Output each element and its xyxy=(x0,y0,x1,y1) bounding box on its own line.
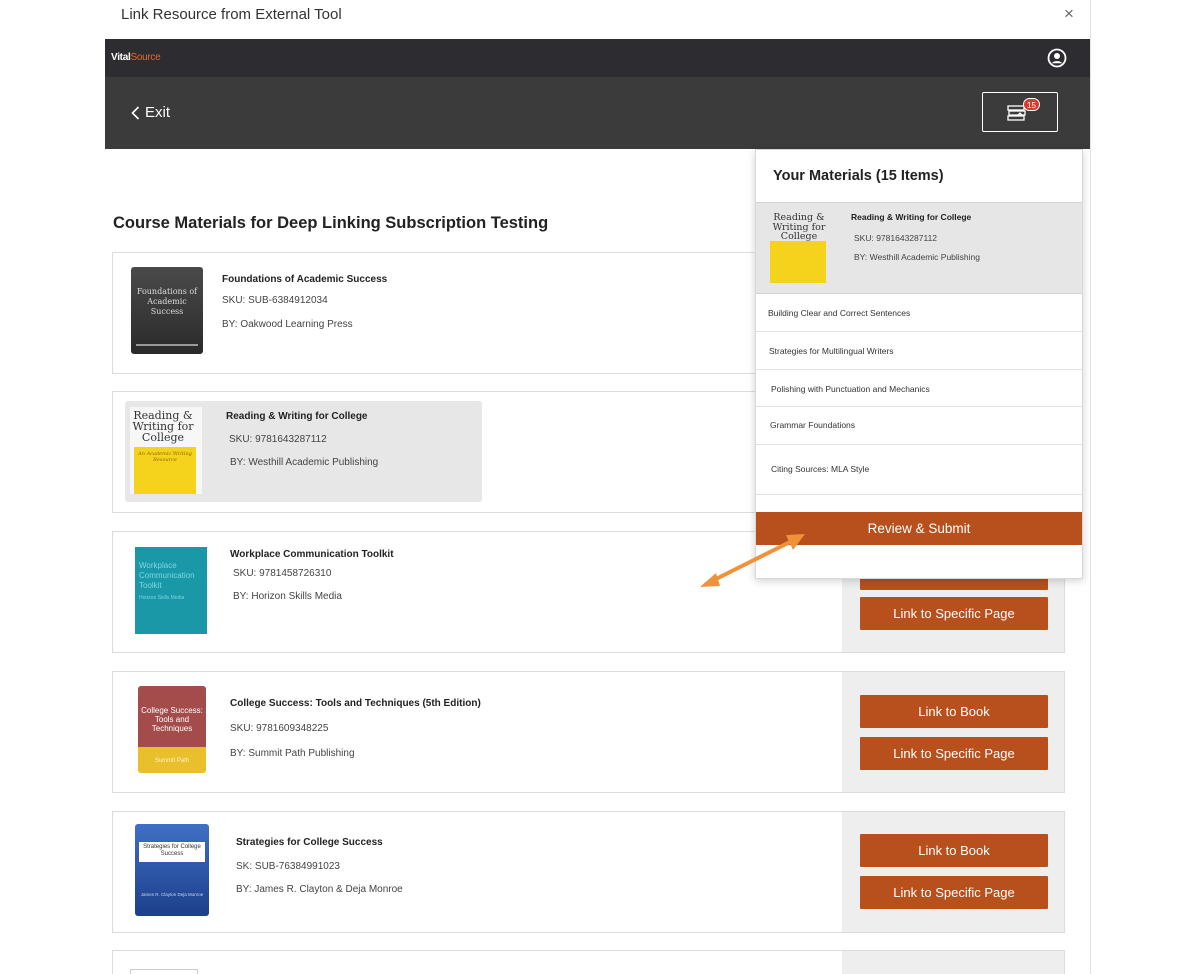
book-publisher: BY: Westhill Academic Publishing xyxy=(854,252,980,262)
panel-title: Your Materials (15 Items) xyxy=(773,168,944,184)
panel-list-item[interactable]: Grammar Foundations xyxy=(756,407,1082,445)
cover-title: Workplace Communication Toolkit xyxy=(139,561,195,590)
book-publisher: BY: Westhill Academic Publishing xyxy=(230,457,379,468)
user-account-icon[interactable] xyxy=(1047,48,1067,68)
close-icon[interactable]: × xyxy=(1064,4,1074,24)
book-sku: SKU: SUB-6384912034 xyxy=(222,295,328,306)
link-to-book-button[interactable]: Link to Book xyxy=(860,834,1048,867)
book-publisher: BY: Oakwood Learning Press xyxy=(222,319,353,330)
your-materials-panel: Your Materials (15 Items) Reading & Writ… xyxy=(755,149,1083,579)
book-title: Reading & Writing for College xyxy=(226,411,368,422)
modal-border xyxy=(1090,0,1091,974)
page-title: Course Materials for Deep Linking Subscr… xyxy=(113,214,549,232)
card-actions xyxy=(842,672,1064,792)
panel-list-item[interactable]: Strategies for Multilingual Writers xyxy=(756,332,1082,370)
cover-title: College Success: Tools and Techniques xyxy=(141,706,203,733)
exit-label: Exit xyxy=(145,104,171,121)
book-cover: Workplace Communication Toolkit Horizon … xyxy=(135,547,207,634)
link-to-page-button[interactable]: Link to Specific Page xyxy=(860,737,1048,770)
book-sku: SKU: 9781643287112 xyxy=(229,434,327,445)
cover-title: Foundations of Academic Success xyxy=(136,287,198,316)
book-title: Reading & Writing for College xyxy=(851,212,972,222)
cover-title: Reading & Writing for College xyxy=(132,409,194,444)
book-cover: College Success: Tools and Techniques Su… xyxy=(138,686,206,773)
book-sku: SK: SUB-76384991023 xyxy=(236,861,340,872)
cover-band xyxy=(770,241,826,283)
panel-list-item[interactable]: Polishing with Punctuation and Mechanics xyxy=(756,370,1082,407)
cover-subtitle: Horizon Skills Media xyxy=(139,595,185,601)
book-card: Strategies for College Success James R. … xyxy=(112,811,1065,933)
panel-item-label: Grammar Foundations xyxy=(770,420,856,430)
book-title: College Success: Tools and Techniques (5… xyxy=(230,698,481,709)
cover-subtitle: Summit Path xyxy=(154,758,190,764)
panel-list-item[interactable]: Citing Sources: MLA Style xyxy=(756,445,1082,495)
brand-logo: VitalSource xyxy=(111,52,161,63)
card-actions xyxy=(842,951,1064,974)
book-title: Workplace Communication Toolkit xyxy=(230,549,394,560)
cover-subtitle: James R. Clayton Deja Monroe xyxy=(140,892,204,897)
cover-title: Strategies for College Success xyxy=(143,844,201,857)
chevron-left-icon xyxy=(131,105,140,120)
book-sku: SKU: 9781458726310 xyxy=(233,568,332,579)
cover-subtitle: An Academic Writing Resource xyxy=(138,451,192,463)
card-actions xyxy=(842,812,1064,932)
book-card: College Success: Tools and Techniques Su… xyxy=(112,671,1065,793)
book-cover: Strategies for College Success James R. … xyxy=(135,824,209,916)
link-to-book-button[interactable]: Link to Book xyxy=(860,695,1048,728)
materials-cart-button[interactable]: 15 xyxy=(982,92,1058,132)
cover-title: Reading & Writing for College xyxy=(772,212,826,242)
cover-rule xyxy=(136,344,198,346)
book-title: Strategies for College Success xyxy=(236,837,383,848)
brand-logo-part-1: Vital xyxy=(111,52,131,63)
nav-bar: Exit 15 xyxy=(105,77,1090,149)
panel-item-label: Citing Sources: MLA Style xyxy=(771,464,870,474)
book-sku: SKU: 9781609348225 xyxy=(230,723,329,734)
cart-count-badge: 15 xyxy=(1023,98,1040,111)
panel-item-label: Building Clear and Correct Sentences xyxy=(768,308,911,318)
book-title: Foundations of Academic Success xyxy=(222,274,388,285)
panel-list-item[interactable]: Building Clear and Correct Sentences xyxy=(756,294,1082,332)
panel-selected-item[interactable]: Reading & Writing for College Reading & … xyxy=(756,202,1082,294)
book-publisher: BY: Summit Path Publishing xyxy=(230,748,355,759)
panel-item-label: Polishing with Punctuation and Mechanics xyxy=(771,384,930,394)
top-bar: VitalSource xyxy=(105,39,1090,77)
panel-item-label: Strategies for Multilingual Writers xyxy=(769,346,894,356)
book-cover: Reading & Writing for College An Academi… xyxy=(130,407,202,494)
book-publisher: BY: Horizon Skills Media xyxy=(233,591,342,602)
book-cover xyxy=(130,969,198,974)
book-cover: Reading & Writing for College xyxy=(769,210,829,283)
link-to-page-button[interactable]: Link to Specific Page xyxy=(860,876,1048,909)
exit-button[interactable]: Exit xyxy=(131,104,170,121)
review-submit-button[interactable]: Review & Submit xyxy=(756,512,1082,545)
book-card xyxy=(112,950,1065,974)
book-cover: Foundations of Academic Success xyxy=(131,267,203,354)
link-to-page-button[interactable]: Link to Specific Page xyxy=(860,597,1048,630)
brand-logo-part-2: Source xyxy=(130,52,161,63)
modal-title: Link Resource from External Tool xyxy=(121,6,342,23)
book-publisher: BY: James R. Clayton & Deja Monroe xyxy=(236,884,403,895)
book-sku: SKU: 9781643287112 xyxy=(854,233,938,243)
